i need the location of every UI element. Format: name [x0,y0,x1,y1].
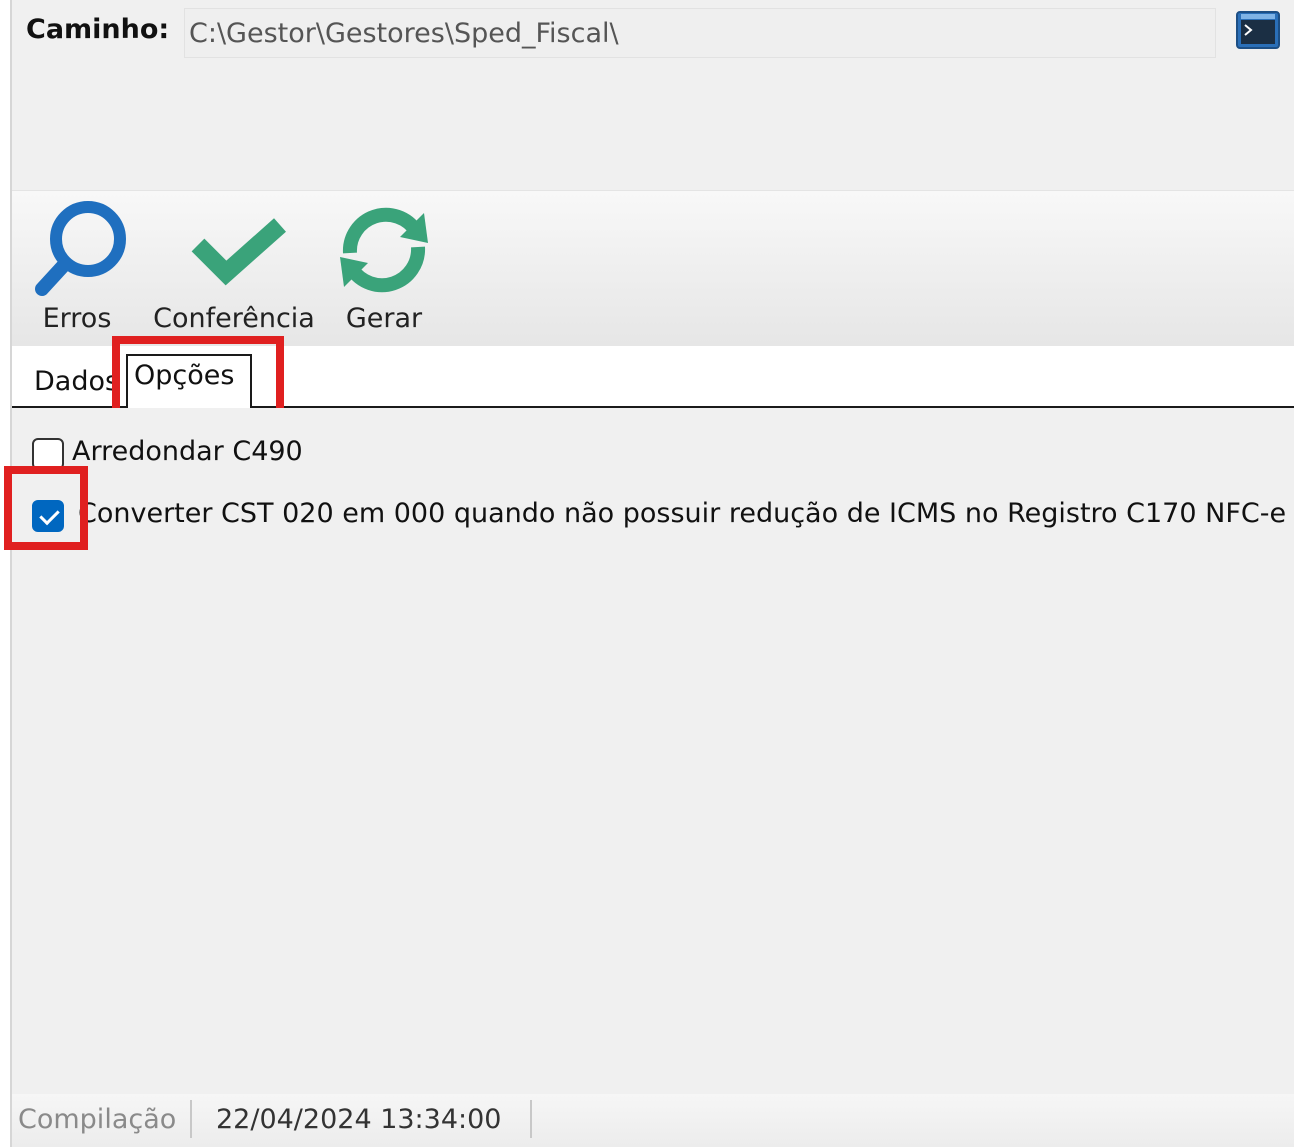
checkmark-icon [191,218,286,286]
gerar-button[interactable]: Gerar [328,191,440,347]
status-label: Compilação [18,1104,177,1135]
tab-dados[interactable]: Dados [28,362,125,408]
arredondar-label: Arredondar C490 [72,436,303,467]
tab-opcoes[interactable]: Opções [126,354,252,408]
path-row: Caminho: [12,0,1294,190]
erros-button[interactable]: Erros [22,191,132,347]
conferencia-label: Conferência [153,303,315,334]
status-datetime: 22/04/2024 13:34:00 [216,1104,502,1135]
gerar-label: Gerar [345,303,423,334]
option-arredondar[interactable]: Arredondar C490 [32,436,432,476]
tab-strip: Dados Opções [12,346,1294,408]
erros-label: Erros [42,303,112,334]
toolbar: Erros Conferência Gerar [12,190,1294,346]
main-window: Caminho: Erros Conferência [4,0,1294,1147]
arredondar-checkbox[interactable] [32,438,64,470]
option-converter-cst[interactable]: Converter CST 020 em 000 quando não poss… [32,498,1286,538]
converter-cst-label: Converter CST 020 em 000 quando não poss… [78,498,1287,529]
refresh-icon [340,207,428,293]
status-divider [190,1100,192,1138]
options-panel: Arredondar C490 Converter CST 020 em 000… [12,408,1294,1094]
path-input[interactable] [184,8,1216,58]
console-window-icon[interactable] [1236,10,1280,50]
search-icon [35,201,126,296]
conferencia-button[interactable]: Conferência [152,191,316,347]
path-label: Caminho: [26,14,170,45]
converter-cst-checkbox[interactable] [32,500,64,532]
status-divider [530,1100,532,1138]
status-bar: Compilação 22/04/2024 13:34:00 [12,1094,1294,1147]
